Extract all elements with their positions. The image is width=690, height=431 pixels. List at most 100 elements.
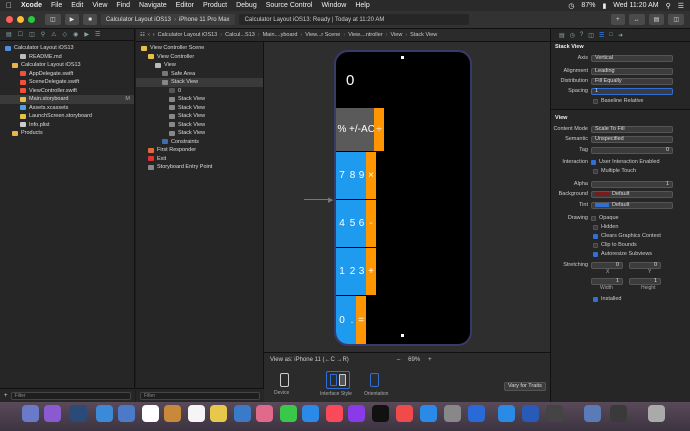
folder-icon[interactable]: ▤ (6, 31, 12, 38)
history-inspector-icon[interactable]: ◷ (570, 32, 575, 39)
digit-2-button[interactable]: 2 (348, 248, 357, 295)
size-inspector-icon[interactable]: □ (609, 32, 613, 38)
music-icon[interactable] (326, 405, 343, 422)
news-icon[interactable] (396, 405, 413, 422)
autoresize-checkbox[interactable] (593, 251, 598, 257)
device-icon[interactable] (280, 373, 289, 387)
digit-5-button[interactable]: 5 (348, 200, 357, 247)
tree-item-group[interactable]: Calculator Layout iOS13 (0, 61, 134, 70)
outline-first-responder[interactable]: First Responder (136, 146, 263, 155)
related-items-icon[interactable]: ☷ (140, 32, 145, 38)
library-button[interactable]: + (611, 14, 625, 25)
battery-icon[interactable]: ▮ (602, 2, 606, 10)
contacts-icon[interactable] (164, 405, 181, 422)
photos-icon[interactable] (256, 405, 273, 422)
outline-stack-view-row[interactable]: Stack View (136, 104, 263, 113)
outline-exit[interactable]: Exit (136, 155, 263, 164)
spotlight-icon[interactable]: ⚲ (666, 2, 671, 10)
back-icon[interactable]: ‹ (148, 32, 150, 38)
close-window-button[interactable] (6, 16, 13, 23)
distribution-select[interactable]: Fill Equally (591, 77, 673, 85)
outline-view[interactable]: View (136, 61, 263, 70)
jump-crumb-scene[interactable]: View...r Scene (305, 32, 340, 38)
facetime-icon[interactable] (302, 405, 319, 422)
menu-window[interactable]: Window (321, 2, 346, 9)
file-inspector-icon[interactable]: ▤ (559, 32, 565, 39)
menu-editor[interactable]: Editor (176, 2, 194, 9)
stretch-y-input[interactable]: 0 (629, 261, 661, 269)
tint-select[interactable]: Default (591, 201, 673, 209)
tree-item-viewcontroller[interactable]: ViewController.swift (0, 87, 134, 96)
installed-checkbox[interactable] (593, 296, 598, 302)
digit-3-button[interactable]: 3 (357, 248, 366, 295)
digit-8-button[interactable]: 8 (348, 152, 357, 199)
opaque-checkbox[interactable] (591, 215, 596, 221)
menu-navigate[interactable]: Navigate (139, 2, 167, 9)
jump-crumb-view[interactable]: View (391, 32, 403, 38)
safari-icon[interactable] (96, 405, 113, 422)
reminders-icon[interactable] (188, 405, 205, 422)
spacing-input[interactable]: 1 (591, 87, 673, 95)
clear-button[interactable]: AC (361, 108, 375, 151)
app-store-icon[interactable] (420, 405, 437, 422)
outline-constraints[interactable]: Constraints (136, 138, 263, 147)
dark-mode-icon[interactable] (339, 374, 346, 386)
baseline-checkbox[interactable] (593, 98, 598, 104)
launchpad-icon[interactable] (70, 405, 87, 422)
outline-stack-view[interactable]: Stack View (136, 78, 263, 87)
mail-icon[interactable] (118, 405, 135, 422)
minus-button[interactable]: - (366, 200, 376, 247)
zoom-window-button[interactable] (28, 16, 35, 23)
light-mode-icon[interactable] (330, 374, 337, 386)
menu-view[interactable]: View (92, 2, 107, 9)
code-review-button[interactable]: ↔ (628, 14, 645, 25)
vary-for-traits-button[interactable]: Vary for Traits (504, 382, 546, 391)
tree-item-appdelegate[interactable]: AppDelegate.swift (0, 70, 134, 79)
siri-icon[interactable] (44, 405, 61, 422)
tree-item-infoplist[interactable]: Info.plist (0, 121, 134, 130)
background-select[interactable]: Default (591, 190, 673, 198)
test-icon[interactable]: ◇ (63, 31, 68, 38)
zoom-out-icon[interactable]: – (397, 357, 400, 363)
zoom-in-icon[interactable]: + (428, 357, 432, 363)
scheme-selector[interactable]: Calculator Layout iOS13 › iPhone 11 Pro … (100, 14, 235, 25)
jump-crumb-controller[interactable]: View....ntroller (348, 32, 382, 38)
decimal-button[interactable]: . (348, 296, 356, 344)
tv-icon[interactable] (372, 405, 389, 422)
iphone-scene[interactable]: 0 % +/- AC ÷ 7 8 9 × 4 5 6 - 1 2 3 + 0 .… (334, 50, 472, 346)
outline-stack-view-row[interactable]: Stack View (136, 95, 263, 104)
content-mode-select[interactable]: Scale To Fill (591, 125, 673, 133)
connections-inspector-icon[interactable]: ➜ (618, 32, 623, 39)
jump-crumb-file[interactable]: Main....yboard (263, 32, 298, 38)
orientation-icon[interactable] (370, 373, 379, 387)
add-file-icon[interactable]: + (4, 393, 8, 399)
plus-button[interactable]: + (366, 248, 376, 295)
menu-edit[interactable]: Edit (71, 2, 83, 9)
symbol-icon[interactable]: ◫ (29, 31, 35, 38)
interface-style-control[interactable] (326, 371, 350, 389)
menu-source-control[interactable]: Source Control (266, 2, 313, 9)
stop-button[interactable]: ■ (83, 14, 97, 25)
navigator-filter-input[interactable]: Filter (10, 391, 131, 400)
menu-product[interactable]: Product (203, 2, 227, 9)
alpha-input[interactable]: 1 (591, 180, 673, 188)
stretch-x-input[interactable]: 0 (591, 261, 623, 269)
maps-icon[interactable] (234, 405, 251, 422)
tree-item-launchscreen[interactable]: LaunchScreen.storyboard (0, 112, 134, 121)
run-button[interactable]: ▶ (64, 14, 80, 25)
tree-item-main-storyboard[interactable]: Main.storyboard M (0, 95, 134, 104)
find-icon[interactable]: ⚲ (41, 31, 45, 38)
identity-inspector-icon[interactable]: ◫ (588, 32, 594, 39)
tree-item-scenedelegate[interactable]: SceneDelegate.swift (0, 78, 134, 87)
quick-help-icon[interactable]: ? (580, 32, 583, 38)
toggle-inspector-button[interactable]: ◫ (668, 14, 684, 25)
control-center-icon[interactable]: ☰ (678, 2, 684, 10)
tag-input[interactable]: 0 (591, 146, 673, 154)
outline-stack-view-row[interactable]: Stack View (136, 129, 263, 138)
minimize-window-button[interactable] (17, 16, 24, 23)
tree-item-assets[interactable]: Assets.xcassets (0, 104, 134, 113)
view-as-label[interactable]: View as: iPhone 11 (←C →R) (270, 357, 349, 363)
source-control-icon[interactable]: ☐ (18, 31, 23, 38)
hidden-checkbox[interactable] (593, 224, 598, 230)
report-icon[interactable]: ☰ (95, 31, 100, 38)
